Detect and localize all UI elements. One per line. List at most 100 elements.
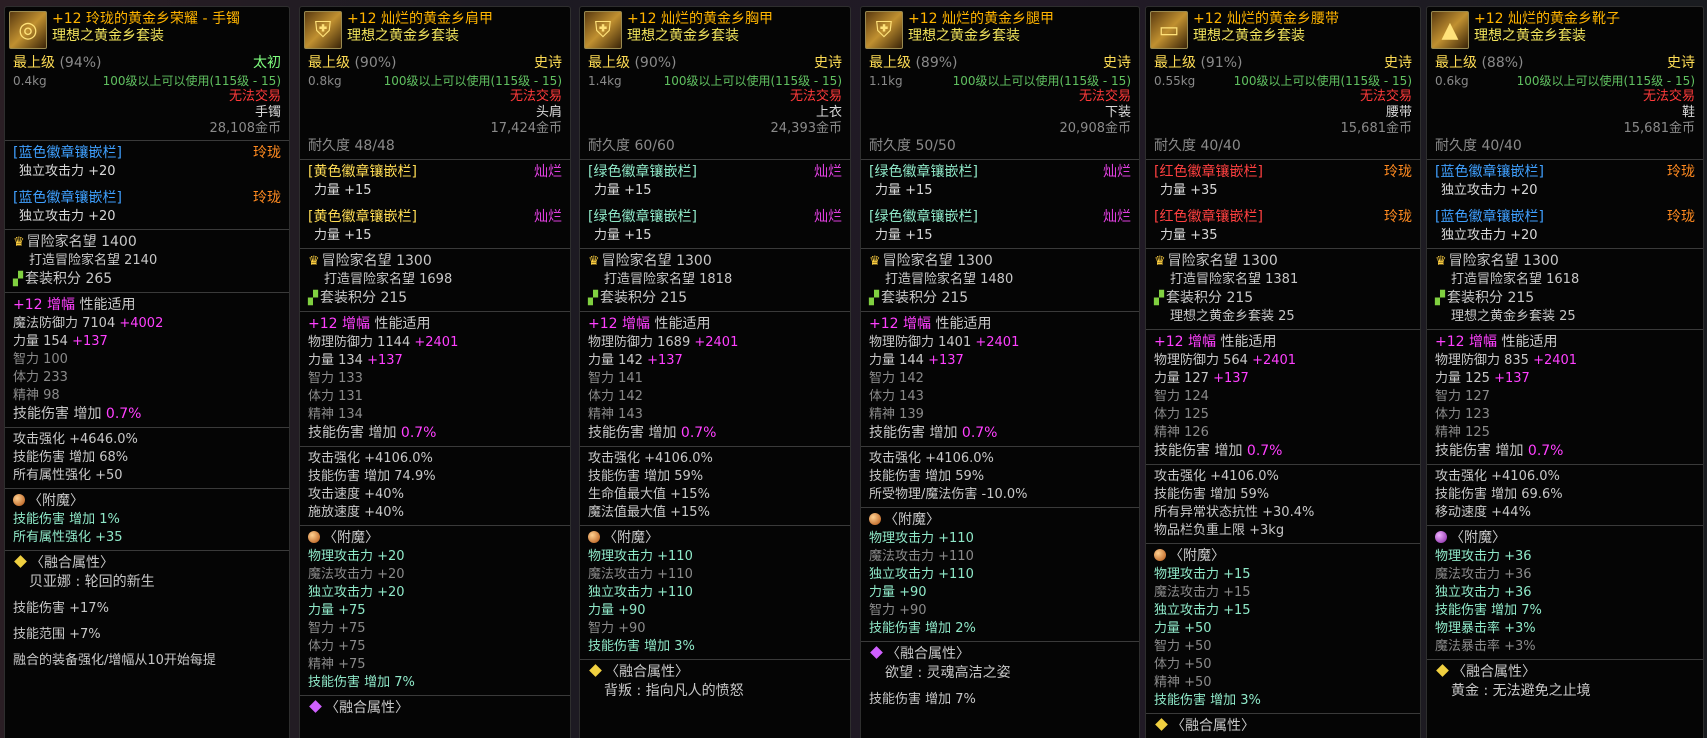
grade: 最上级 (89%) <box>869 54 958 73</box>
fusion-diamond-icon <box>14 555 27 568</box>
skill-label: 技能伤害 增加 <box>13 406 102 422</box>
enchant-header: 〈附魔〉 <box>1427 529 1703 548</box>
base-stats: +12 增幅 性能适用 物理防御力 1689 +2401 力量 142 +137 智力… <box>580 311 850 446</box>
set-name: 理想之黄金乡套装 <box>1193 28 1305 44</box>
base-stat: 力量 134 +137 <box>300 352 570 370</box>
set-name: 理想之黄金乡套装 <box>908 28 1020 44</box>
stat-value: 智力 124 <box>1154 389 1209 404</box>
price-row: 24,393金币 <box>580 121 850 137</box>
option-line: 攻击强化 +4106.0% <box>1154 469 1279 484</box>
price: 20,908金币 <box>1059 121 1132 136</box>
emblem-type: 灿烂 <box>534 209 562 225</box>
set-bonus: 理想之黄金乡套装 25 <box>1451 309 1576 324</box>
crown-icon: ♛ <box>13 235 25 250</box>
fame-section: ♛ 冒险家名望 1300 打造冒险家名望 1381 ▞ 套装积分 215 理想之黄金乡套装… <box>1146 248 1420 329</box>
amp-row: +12 增幅 性能适用 <box>1146 333 1420 352</box>
stat-value: 体力 142 <box>588 389 643 404</box>
price-row: 15,681金币 <box>1146 121 1420 137</box>
weight: 1.1kg <box>869 74 903 88</box>
stat-value: 物理防御力 564 <box>1154 353 1248 368</box>
option-line: 攻击速度 +40% <box>308 487 404 502</box>
equip-slot: 头肩 <box>535 105 562 120</box>
base-stat: 智力 100 <box>5 351 289 369</box>
grade-label: 最上级 <box>308 55 350 71</box>
weight: 0.55kg <box>1154 74 1196 88</box>
base-stats: +12 增幅 性能适用 物理防御力 564 +2401 力量 127 +137 智力 … <box>1146 329 1420 464</box>
weight: 1.4kg <box>588 74 622 88</box>
fusion-label: 〈融合属性〉 <box>30 555 114 571</box>
skill-row: 技能伤害 增加 0.7% <box>5 405 289 424</box>
option-line: 技能伤害 增加 59% <box>869 469 985 484</box>
tooltip-header: ⛨ +12 灿烂的黄金乡腿甲 理想之黄金乡套装 <box>861 7 1139 51</box>
emblem-stat: 力量 +15 <box>314 228 372 243</box>
enchant-line: 物理攻击力 +110 <box>588 549 693 564</box>
amp-row: +12 增幅 性能适用 <box>1427 333 1703 352</box>
emblem-stat: 独立攻击力 +20 <box>19 209 116 224</box>
base-stat: 物理防御力 1401 +2401 <box>861 334 1139 352</box>
grade: 最上级 (90%) <box>308 54 397 73</box>
trade-status: 无法交易 <box>228 89 281 104</box>
enchant-section: 〈附魔〉 物理攻击力 +110 魔法攻击力 +110 独立攻击力 +110 力量 +90… <box>861 507 1139 641</box>
base-stat: 智力 127 <box>1427 388 1703 406</box>
rarity: 史诗 <box>814 55 842 71</box>
fusion-label: 〈融合属性〉 <box>1171 718 1255 734</box>
skill-row: 技能伤害 增加 0.7% <box>1146 442 1420 461</box>
enchant-section: 〈附魔〉 技能伤害 增加 1% 所有属性强化 +35 <box>5 488 289 550</box>
grade-percent: (94%) <box>59 55 102 71</box>
emblem-stat: 独立攻击力 +20 <box>1441 228 1538 243</box>
enchant-line: 物理攻击力 +110 <box>869 531 974 546</box>
emblem-type: 玲珑 <box>1667 164 1695 180</box>
fame-row: ♛ 冒险家名望 1300 <box>300 252 570 271</box>
durability: 耐久度 40/40 <box>1154 138 1241 154</box>
stat-value: 物理防御力 835 <box>1435 353 1529 368</box>
enchant-line: 独立攻击力 +110 <box>588 585 693 600</box>
emblem-stat: 独立攻击力 +20 <box>1441 183 1538 198</box>
skill-label: 技能伤害 增加 <box>1154 443 1243 459</box>
price: 15,681金币 <box>1623 121 1696 136</box>
amp-note: 性能适用 <box>654 316 711 332</box>
fusion-diamond-icon <box>589 664 602 677</box>
stat-value: 智力 142 <box>869 371 924 386</box>
set-points: 套装积分 265 <box>25 271 113 287</box>
base-stat: 力量 125 +137 <box>1427 370 1703 388</box>
boots-icon: ▲ <box>1431 11 1469 49</box>
base-stat: 精神 143 <box>580 406 850 424</box>
enchant-line: 魔法攻击力 +15 <box>1154 585 1251 600</box>
emblem-slot: [绿色徽章镶嵌栏] 灿烂 <box>861 208 1139 227</box>
slot-row: 腰带 <box>1146 105 1420 121</box>
option-line: 攻击强化 +4106.0% <box>588 451 713 466</box>
option-line: 攻击强化 +4106.0% <box>308 451 433 466</box>
fusion-section: 〈融合属性〉 背叛 : 指向凡人的愤怒 <box>580 659 850 704</box>
item-names: +12 灿烂的黄金乡胸甲 理想之黄金乡套装 <box>627 11 773 49</box>
fusion-section: 〈融合属性〉 贝亚娜 : 轮回的新生 技能伤害 +17% 技能范围 +7% 融合的装备强… <box>5 550 289 673</box>
fusion-name: 黄金 : 无法避免之止境 <box>1451 683 1591 699</box>
base-stat: 力量 144 +137 <box>861 352 1139 370</box>
option-line: 移动速度 +44% <box>1435 505 1531 520</box>
stat-value: 智力 141 <box>588 371 643 386</box>
item-basic-info: 最上级 (90%) 史诗 0.8kg 100级以上可以使用(115级 - 15) 无法交… <box>300 51 570 159</box>
stat-value: 物理防御力 1401 <box>869 335 972 350</box>
equip-slot: 腰带 <box>1385 105 1412 120</box>
stat-value: 智力 133 <box>308 371 363 386</box>
skill-row: 技能伤害 增加 0.7% <box>300 424 570 443</box>
amp-note: 性能适用 <box>1501 334 1558 350</box>
weight-row: 0.55kg 100级以上可以使用(115级 - 15) <box>1146 73 1420 89</box>
emblem-slot: [蓝色徽章镶嵌栏] 玲珑 <box>1427 163 1703 182</box>
grade-row: 最上级 (91%) 史诗 <box>1146 54 1420 73</box>
grade-percent: (90%) <box>634 55 677 71</box>
skill-row: 技能伤害 增加 0.7% <box>580 424 850 443</box>
fusion-extra: 融合的装备强化/增幅从10开始每提 <box>13 653 216 668</box>
set-name: 理想之黄金乡套装 <box>1474 28 1586 44</box>
stat-bonus: +137 <box>367 353 403 368</box>
base-stat: 体力 131 <box>300 388 570 406</box>
item-title: +12 灿烂的黄金乡靴子 <box>1474 11 1620 27</box>
enchant-line: 物理攻击力 +20 <box>308 549 405 564</box>
weight-row: 0.8kg 100级以上可以使用(115级 - 15) <box>300 73 570 89</box>
slot-row: 上衣 <box>580 105 850 121</box>
enchant-line: 技能伤害 增加 1% <box>13 512 120 527</box>
fusion-section: 〈融合属性〉 欲望 : 灵魂高洁之姿 技能伤害 增加 7% <box>861 641 1139 712</box>
stat-value: 智力 100 <box>13 352 68 367</box>
grade-label: 最上级 <box>869 55 911 71</box>
enchant-label: 〈附魔〉 <box>1450 530 1506 546</box>
enchant-line: 技能伤害 增加 3% <box>1154 693 1261 708</box>
